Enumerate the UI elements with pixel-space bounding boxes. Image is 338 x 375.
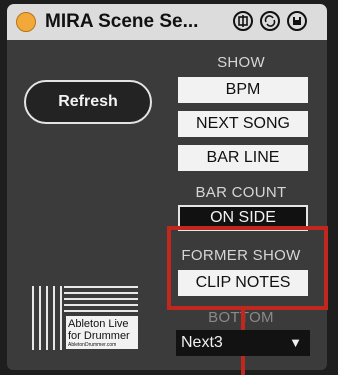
bottom-select-value: Next3 — [181, 334, 223, 351]
logo-url: AbletonDrummer.com — [68, 342, 117, 348]
bar-line-button[interactable]: BAR LINE — [178, 145, 308, 171]
logo-lines — [64, 286, 138, 314]
bar-count-label: BAR COUNT — [195, 184, 287, 201]
highlight-box — [167, 226, 328, 310]
logo-line-1: Ableton Live — [68, 318, 129, 330]
device-window: MIRA Scene Se... Refresh SHOW BPM NEXT S… — [0, 0, 338, 375]
show-label: SHOW — [217, 54, 265, 71]
logo-card: Ableton Live for Drummer AbletonDrummer.… — [66, 316, 138, 349]
bottom-select[interactable]: Next3 ▼ — [176, 330, 310, 356]
link-icon[interactable] — [233, 11, 253, 31]
logo-line-2: for Drummer — [68, 330, 130, 342]
refresh-cycle-icon[interactable] — [260, 11, 280, 31]
chevron-down-icon: ▼ — [289, 335, 302, 350]
save-icon[interactable] — [287, 11, 307, 31]
title-bar: MIRA Scene Se... — [7, 4, 327, 40]
device-power-icon[interactable] — [16, 12, 36, 32]
logo-bars — [32, 286, 64, 350]
refresh-button[interactable]: Refresh — [24, 80, 152, 124]
next-song-button[interactable]: NEXT SONG — [178, 111, 308, 137]
ableton-drummer-logo: Ableton Live for Drummer AbletonDrummer.… — [30, 286, 148, 352]
window-title: MIRA Scene Se... — [45, 11, 199, 32]
bpm-button[interactable]: BPM — [178, 77, 308, 103]
